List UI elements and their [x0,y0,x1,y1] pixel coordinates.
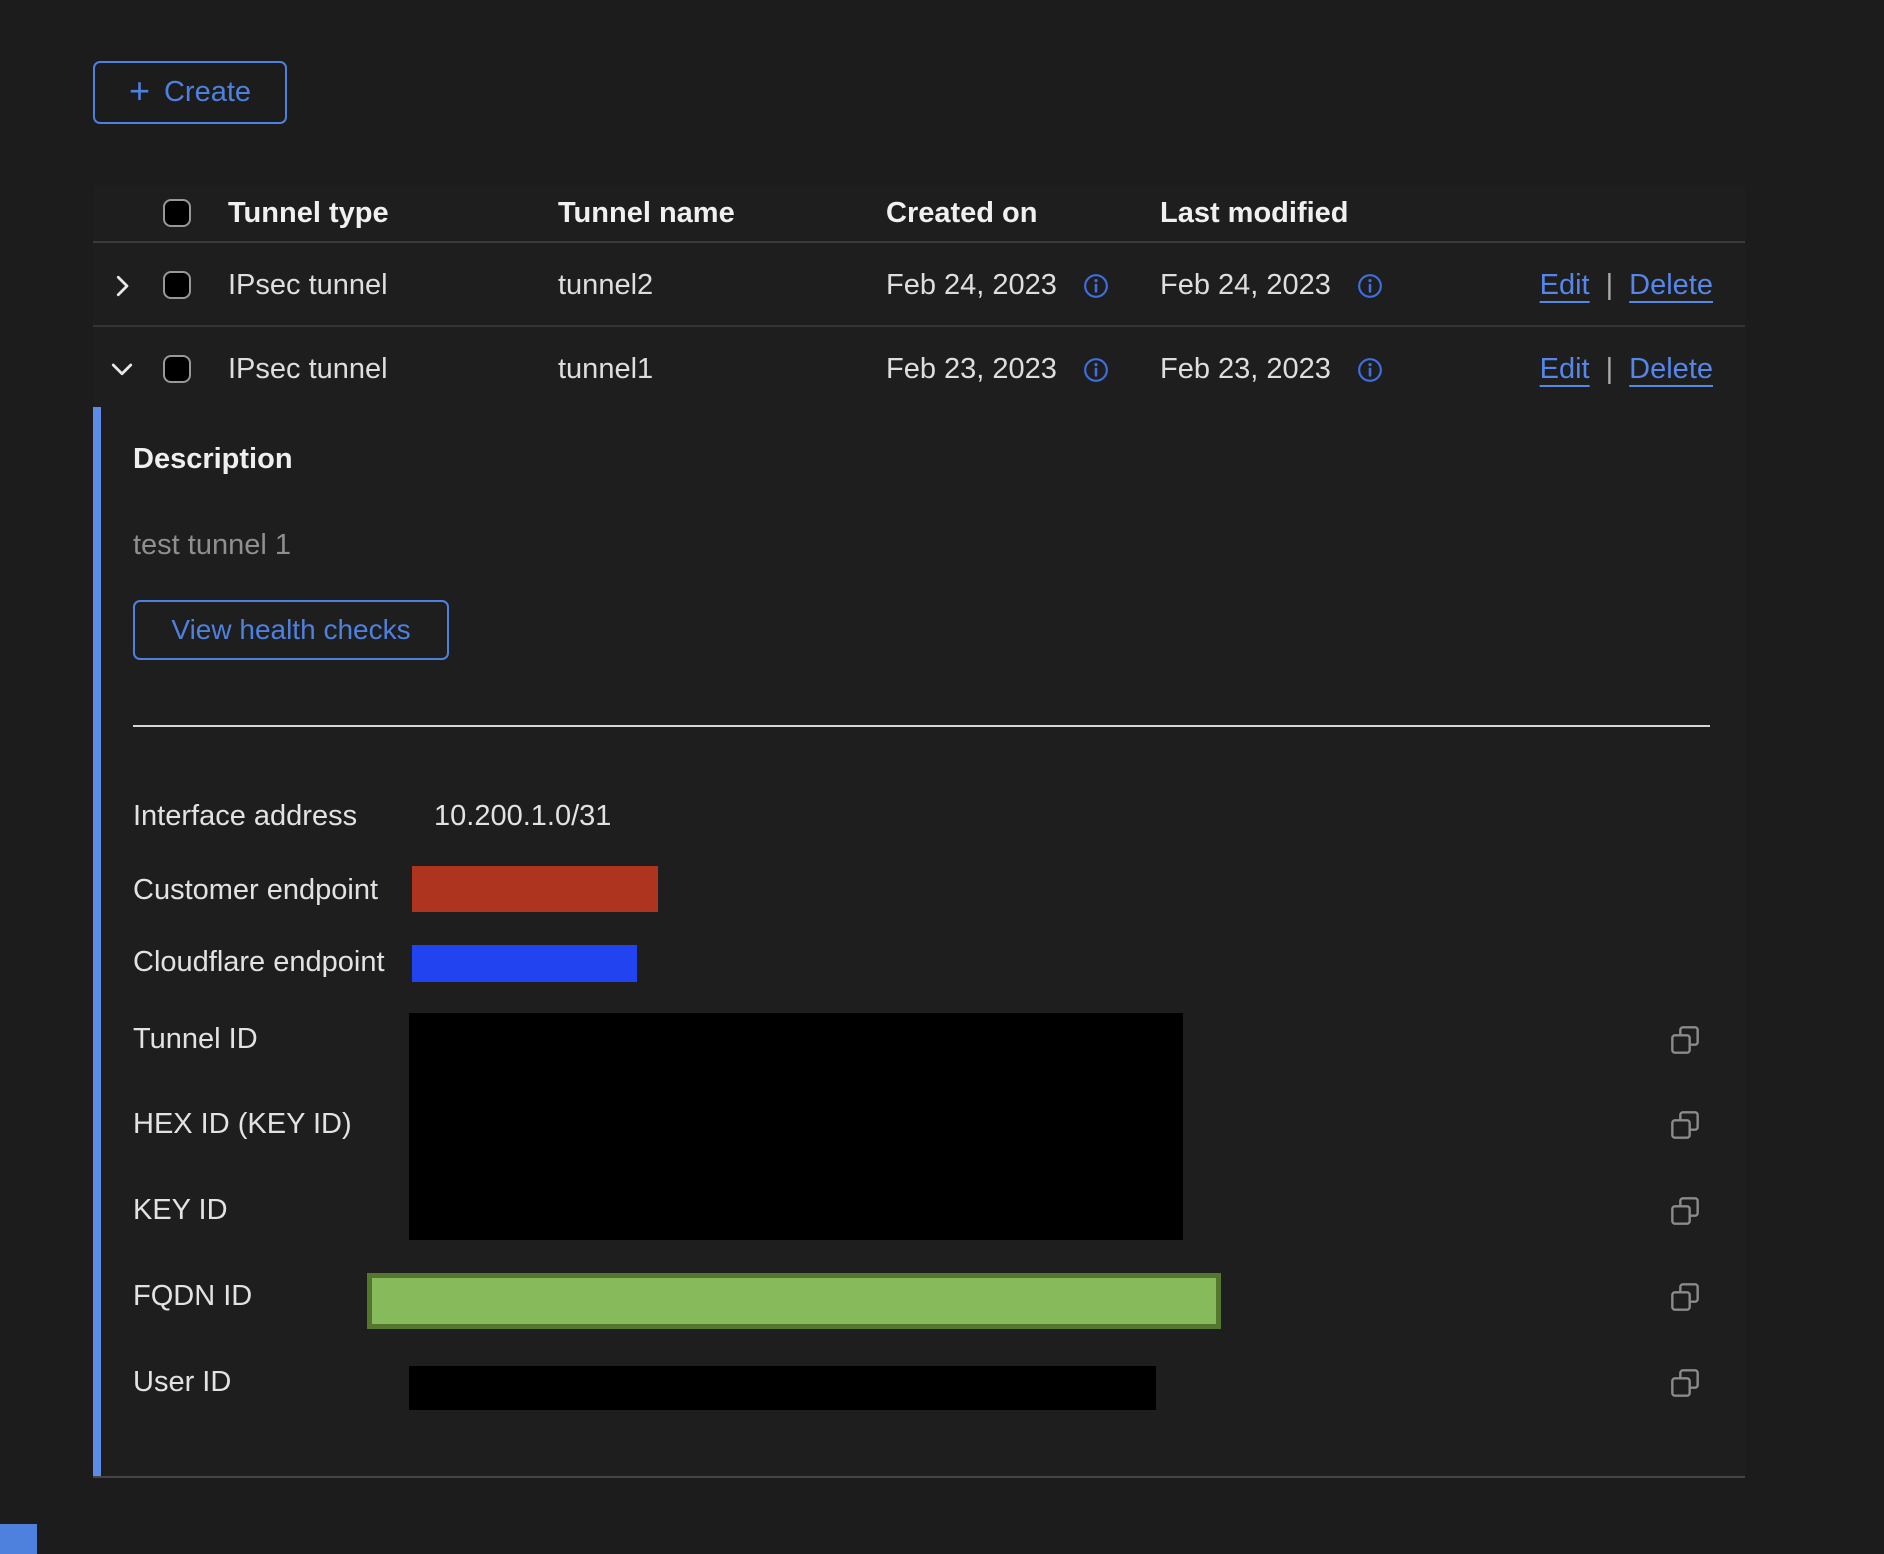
last-modified-date: Feb 23, 2023 [1160,353,1331,386]
created-on-date: Feb 23, 2023 [886,353,1057,386]
action-separator: | [1606,269,1614,302]
row-actions: Edit | Delete [1540,353,1713,386]
table-row: IPsec tunnel tunnel1 Feb 23, 2023 Feb 23… [93,329,1745,411]
last-modified-date: Feb 24, 2023 [1160,269,1331,302]
tunnel-id-label: Tunnel ID [133,1023,258,1056]
header-tunnel-type: Tunnel type [228,197,389,230]
customer-endpoint-label: Customer endpoint [133,874,378,907]
row-actions: Edit | Delete [1540,269,1713,302]
edit-link[interactable]: Edit [1540,353,1590,386]
expanded-row-accent-bar [93,407,101,1476]
tunnel-name-cell: tunnel1 [558,353,653,386]
bottom-left-accent [0,1524,37,1554]
section-divider [133,725,1710,727]
plus-icon: + [129,73,150,109]
user-id-redacted-value [409,1366,1156,1410]
row-checkbox[interactable] [163,271,191,299]
info-icon[interactable] [1357,273,1383,299]
delete-link[interactable]: Delete [1629,269,1713,302]
info-icon[interactable] [1083,273,1109,299]
key-id-label: KEY ID [133,1194,228,1227]
tunnel-name-cell: tunnel2 [558,269,653,302]
copy-icon[interactable] [1669,1195,1701,1227]
table-header-row: Tunnel type Tunnel name Created on Last … [93,185,1745,243]
created-on-cell: Feb 23, 2023 [886,353,1109,386]
copy-icon[interactable] [1669,1024,1701,1056]
chevron-right-icon[interactable] [107,271,137,301]
copy-icon[interactable] [1669,1367,1701,1399]
fqdn-id-redacted-value [367,1273,1221,1329]
info-icon[interactable] [1357,357,1383,383]
view-health-checks-label: View health checks [171,614,410,646]
cloudflare-endpoint-redacted-value [412,945,637,982]
create-button[interactable]: + Create [93,61,287,124]
tunnel-detail-panel: Description test tunnel 1 View health ch… [93,407,1745,1478]
header-last-modified: Last modified [1160,197,1349,230]
tunnels-page: { "page": { "background": "#1c1c1d", "ac… [0,0,1884,1554]
table-row: IPsec tunnel tunnel2 Feb 24, 2023 Feb 24… [93,245,1745,327]
ids-redacted-value [409,1013,1183,1240]
customer-endpoint-redacted-value [412,866,658,912]
info-icon[interactable] [1083,357,1109,383]
last-modified-cell: Feb 23, 2023 [1160,353,1383,386]
tunnel-type-cell: IPsec tunnel [228,269,388,302]
action-separator: | [1606,353,1614,386]
created-on-cell: Feb 24, 2023 [886,269,1109,302]
chevron-down-icon[interactable] [107,355,137,385]
description-value: test tunnel 1 [133,529,291,562]
copy-icon[interactable] [1669,1109,1701,1141]
view-health-checks-button[interactable]: View health checks [133,600,449,660]
header-tunnel-name: Tunnel name [558,197,735,230]
tunnel-type-cell: IPsec tunnel [228,353,388,386]
created-on-date: Feb 24, 2023 [886,269,1057,302]
fqdn-id-label: FQDN ID [133,1280,252,1313]
delete-link[interactable]: Delete [1629,353,1713,386]
cloudflare-endpoint-label: Cloudflare endpoint [133,946,385,979]
user-id-label: User ID [133,1366,231,1399]
interface-address-value: 10.200.1.0/31 [434,800,611,833]
description-label: Description [133,443,293,476]
create-button-label: Create [164,76,251,109]
interface-address-label: Interface address [133,800,357,833]
row-checkbox[interactable] [163,355,191,383]
copy-icon[interactable] [1669,1281,1701,1313]
header-created-on: Created on [886,197,1037,230]
edit-link[interactable]: Edit [1540,269,1590,302]
select-all-checkbox[interactable] [163,199,191,227]
hex-id-label: HEX ID (KEY ID) [133,1108,352,1141]
last-modified-cell: Feb 24, 2023 [1160,269,1383,302]
